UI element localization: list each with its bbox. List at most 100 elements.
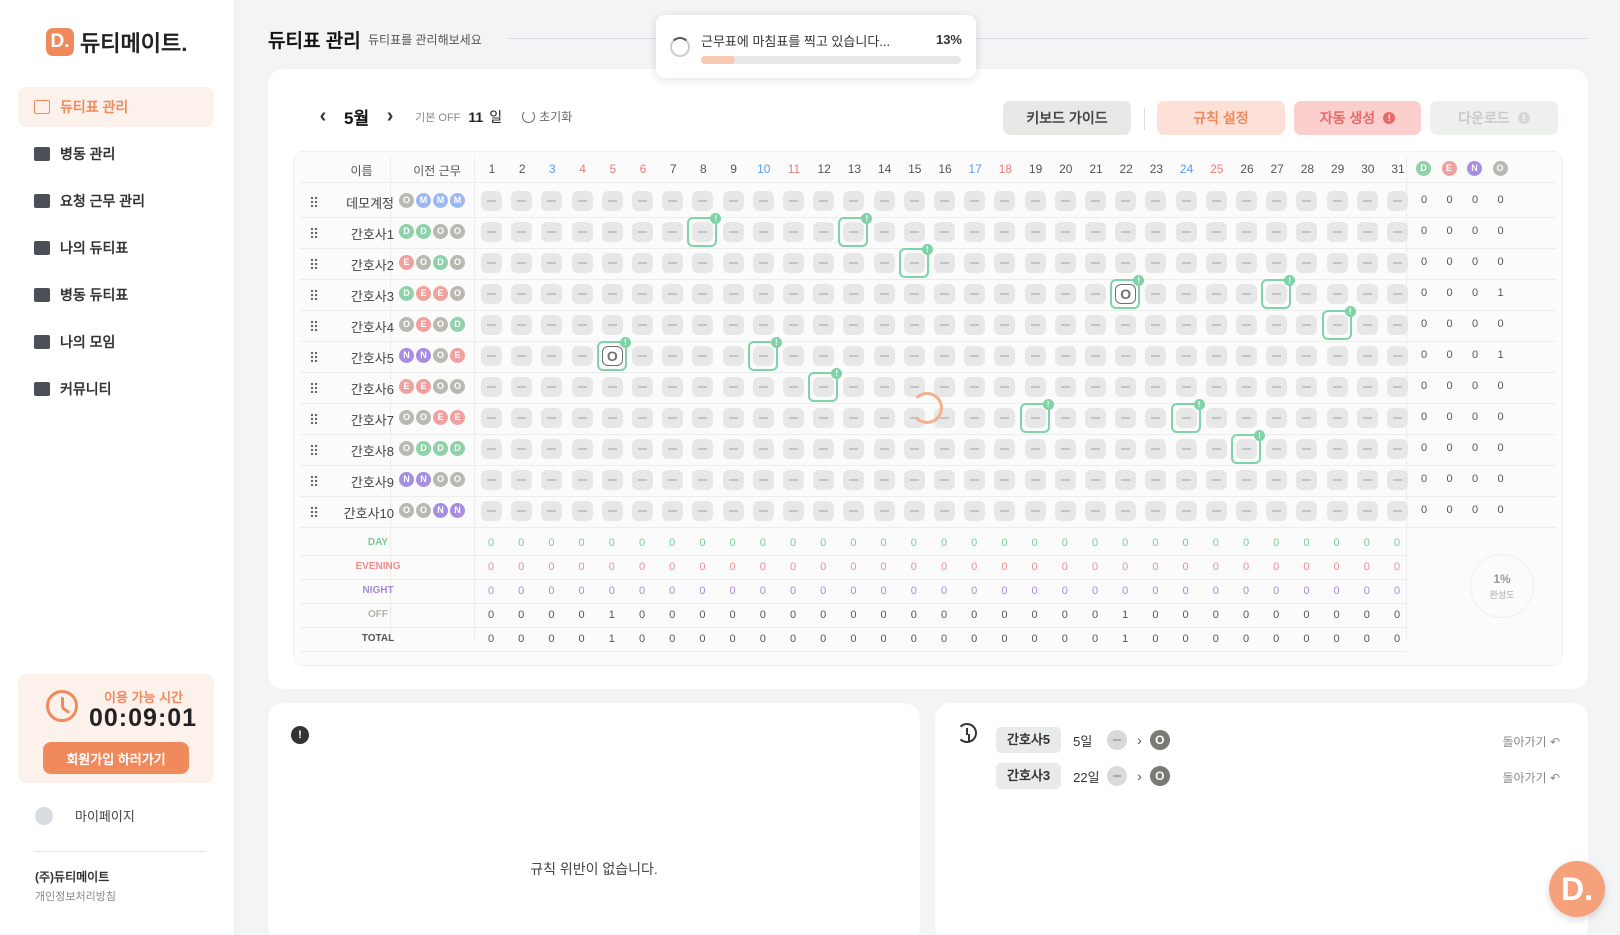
shift-cell[interactable]: [873, 439, 895, 459]
shift-cell[interactable]: [571, 408, 593, 428]
shift-cell[interactable]: [692, 470, 714, 490]
privacy-policy-link[interactable]: 개인정보처리방침: [35, 888, 116, 904]
shift-cell[interactable]: [1115, 315, 1137, 335]
shift-cell[interactable]: [934, 253, 955, 273]
shift-cell[interactable]: [571, 439, 593, 459]
shift-cell[interactable]: [1266, 408, 1288, 428]
shift-cell[interactable]: [541, 439, 563, 459]
shift-cell[interactable]: [964, 315, 986, 335]
shift-cell[interactable]: [1387, 501, 1408, 521]
shift-cell[interactable]: [934, 501, 955, 521]
shift-cell[interactable]: [1115, 470, 1137, 490]
shift-cell[interactable]: [1356, 501, 1378, 521]
shift-cell[interactable]: [571, 315, 593, 335]
shift-cell[interactable]: [1054, 253, 1076, 273]
shift-cell[interactable]: [1236, 346, 1257, 366]
shift-cell[interactable]: [692, 284, 714, 304]
shift-cell[interactable]: [692, 253, 714, 273]
shift-cell[interactable]: [1205, 439, 1227, 459]
shift-cell[interactable]: [1356, 284, 1378, 304]
shift-cell[interactable]: [1356, 315, 1378, 335]
drag-handle-icon[interactable]: [310, 351, 318, 362]
shift-cell[interactable]: [601, 439, 623, 459]
shift-cell[interactable]: [601, 191, 623, 211]
shift-cell[interactable]: [994, 346, 1016, 366]
rule-setting-button[interactable]: 규칙 설정: [1157, 101, 1285, 135]
shift-cell[interactable]: [1296, 284, 1318, 304]
shift-cell[interactable]: [1296, 222, 1318, 242]
recommend-highlight[interactable]: !: [687, 213, 722, 247]
shift-cell[interactable]: [964, 408, 986, 428]
drag-handle-icon[interactable]: [310, 475, 318, 486]
shift-cell[interactable]: [632, 222, 653, 242]
shift-cell[interactable]: [1205, 284, 1227, 304]
shift-cell[interactable]: [662, 470, 684, 490]
shift-cell[interactable]: [481, 377, 502, 397]
shift-cell[interactable]: [662, 315, 684, 335]
shift-cell[interactable]: [1266, 346, 1288, 366]
shift-cell[interactable]: [571, 501, 593, 521]
shift-cell[interactable]: [964, 284, 986, 304]
shift-cell[interactable]: [964, 222, 986, 242]
shift-cell[interactable]: [541, 470, 563, 490]
shift-cell[interactable]: [1356, 222, 1378, 242]
shift-cell[interactable]: [873, 470, 895, 490]
shift-cell[interactable]: [1175, 253, 1197, 273]
shift-cell[interactable]: [541, 408, 563, 428]
shift-cell[interactable]: [1145, 346, 1167, 366]
shift-cell[interactable]: [692, 501, 714, 521]
shift-cell[interactable]: [752, 501, 774, 521]
shift-cell[interactable]: [873, 346, 895, 366]
shift-cell[interactable]: [1115, 222, 1137, 242]
shift-cell[interactable]: [783, 377, 804, 397]
shift-cell[interactable]: [662, 191, 684, 211]
shift-cell[interactable]: [541, 315, 563, 335]
shift-cell[interactable]: [873, 222, 895, 242]
shift-cell[interactable]: [752, 284, 774, 304]
shift-cell[interactable]: [571, 222, 593, 242]
shift-cell[interactable]: [1024, 470, 1046, 490]
shift-cell[interactable]: [1115, 346, 1137, 366]
shift-cell[interactable]: [511, 253, 533, 273]
shift-cell[interactable]: [1326, 501, 1348, 521]
shift-cell[interactable]: [601, 315, 623, 335]
shift-cell[interactable]: [964, 377, 986, 397]
shift-cell[interactable]: [752, 470, 774, 490]
shift-cell[interactable]: [1054, 377, 1076, 397]
sidebar-item-5[interactable]: 나의 모임: [18, 322, 214, 362]
shift-cell[interactable]: [1296, 377, 1318, 397]
shift-cell[interactable]: [632, 439, 653, 459]
shift-cell[interactable]: [511, 408, 533, 428]
shift-cell[interactable]: [481, 408, 502, 428]
shift-cell[interactable]: [1266, 253, 1288, 273]
auto-generate-button[interactable]: 자동 생성!: [1294, 101, 1421, 135]
shift-cell[interactable]: [1296, 191, 1318, 211]
shift-cell[interactable]: [1085, 315, 1106, 335]
shift-cell[interactable]: [1387, 346, 1408, 366]
shift-cell[interactable]: [994, 377, 1016, 397]
shift-cell[interactable]: [1236, 284, 1257, 304]
shift-cell[interactable]: [511, 377, 533, 397]
shift-cell[interactable]: [1326, 439, 1348, 459]
shift-cell[interactable]: [1024, 253, 1046, 273]
revert-button[interactable]: 돌아가기 ↶: [1502, 733, 1560, 750]
shift-cell[interactable]: [1024, 284, 1046, 304]
shift-cell[interactable]: [1205, 253, 1227, 273]
shift-cell[interactable]: [813, 253, 835, 273]
shift-cell[interactable]: [783, 284, 804, 304]
shift-cell[interactable]: [1296, 501, 1318, 521]
shift-cell[interactable]: [783, 253, 804, 273]
shift-cell[interactable]: [1296, 315, 1318, 335]
drag-handle-icon[interactable]: [310, 320, 318, 331]
shift-cell[interactable]: [481, 284, 502, 304]
shift-cell[interactable]: [1326, 284, 1348, 304]
shift-cell[interactable]: [1326, 222, 1348, 242]
shift-cell[interactable]: [1085, 377, 1106, 397]
drag-handle-icon[interactable]: [310, 382, 318, 393]
shift-cell[interactable]: [873, 284, 895, 304]
shift-cell[interactable]: [1085, 222, 1106, 242]
shift-cell[interactable]: [964, 191, 986, 211]
shift-cell[interactable]: [722, 501, 744, 521]
shift-cell[interactable]: [1024, 439, 1046, 459]
shift-cell[interactable]: [994, 315, 1016, 335]
